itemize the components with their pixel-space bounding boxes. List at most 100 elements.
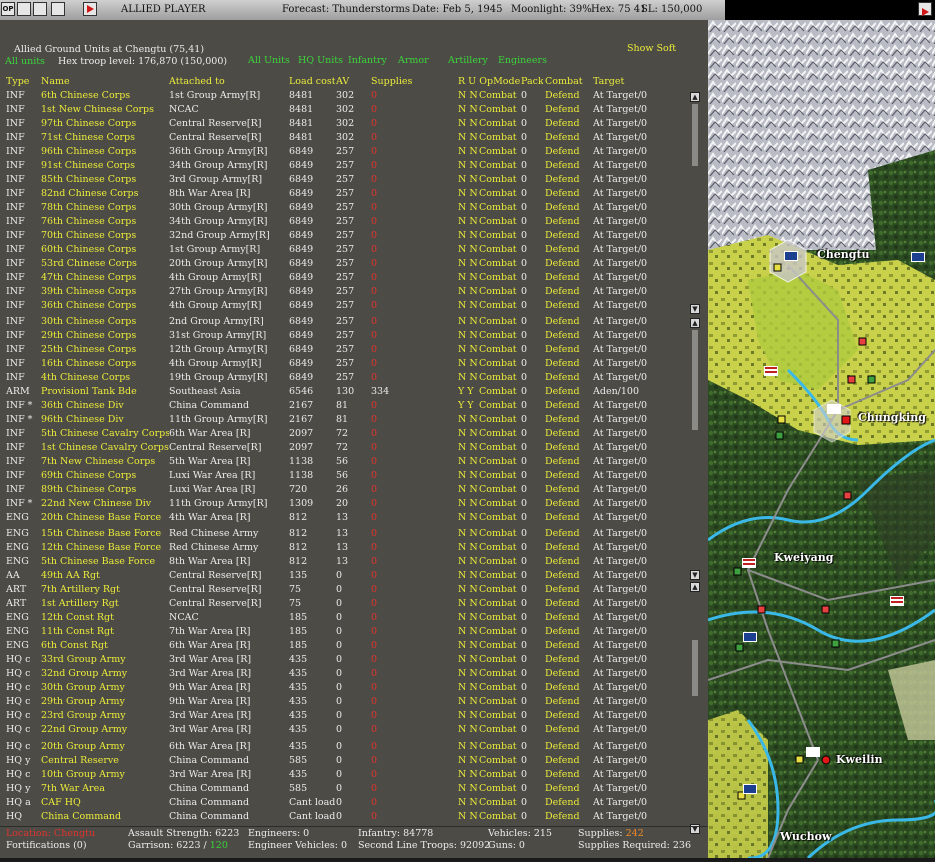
unit-name[interactable]: 29th Chinese Corps (41, 329, 169, 343)
unit-name[interactable]: China Command (41, 810, 169, 824)
scroll-up-icon[interactable]: ▲ (690, 92, 700, 102)
unit-name[interactable]: 30th Group Army (41, 681, 169, 695)
unit-name[interactable]: 53rd Chinese Corps (41, 257, 169, 271)
unit-name[interactable]: 97th Chinese Corps (41, 117, 169, 131)
unit-row[interactable]: INF 47th Chinese Corps 4th Group Army[R] 68… (6, 271, 690, 285)
city-label[interactable]: Kweilin (836, 753, 883, 766)
unit-row[interactable]: ART 7th Artillery Rgt Central Reserve[R] 75… (6, 583, 690, 597)
unit-row[interactable]: HQ c 33rd Group Army 3rd War Area [R] 435 0 0… (6, 653, 690, 667)
unit-name[interactable]: 20th Chinese Base Force (41, 511, 169, 525)
col-combat[interactable]: Combat (545, 76, 591, 87)
unit-row[interactable]: ENG 12th Const Rgt NCAC 185 0 0 N N Combat 0 Defe… (6, 611, 690, 625)
us-flag-icon[interactable] (890, 596, 904, 606)
unit-row[interactable]: ENG 6th Const Rgt 6th War Area [R] 185 0 0 N N… (6, 639, 690, 653)
city-label[interactable]: Kweiyang (774, 551, 833, 564)
scroll-down-icon[interactable]: ▼ (690, 304, 700, 314)
unit-row[interactable]: HQ c 32nd Group Army 3rd War Area [R] 435 0 0… (6, 667, 690, 681)
unit-row[interactable]: INF 29th Chinese Corps 31st Group Army[R] 6… (6, 329, 690, 343)
unit-row[interactable]: HQ y 7th War Area China Command 585 0 0 N N Com… (6, 782, 690, 796)
unit-row[interactable]: INF 53rd Chinese Corps 20th Group Army[R] 6… (6, 257, 690, 271)
unit-row[interactable]: ENG 12th Chinese Base Force Red Chinese Ar… (6, 541, 690, 555)
unit-row[interactable]: ENG 20th Chinese Base Force 4th War Area [… (6, 511, 690, 525)
unit-name[interactable]: 1st Artillery Rgt (41, 597, 169, 611)
end-turn-play-icon[interactable] (83, 2, 97, 16)
unit-row[interactable]: INF 4th Chinese Corps 19th Group Army[R] 68… (6, 371, 690, 385)
unit-name[interactable]: 71st Chinese Corps (41, 131, 169, 145)
unit-row[interactable]: HQ c 10th Group Army 3rd War Area [R] 435 0 0… (6, 768, 690, 782)
col-supplies[interactable]: Supplies (371, 76, 421, 87)
filter-hq-units[interactable]: HQ Units (298, 55, 343, 66)
unit-name[interactable]: 69th Chinese Corps (41, 469, 169, 483)
unit-name[interactable]: Central Reserve (41, 754, 169, 768)
info-screen-icon[interactable] (17, 2, 31, 16)
unit-name[interactable]: 36th Chinese Div (41, 399, 169, 413)
unit-row[interactable]: ENG 5th Chinese Base Force 8th War Area [R… (6, 555, 690, 569)
operations-button[interactable]: OP (1, 2, 15, 16)
unit-row[interactable]: ENG 11th Const Rgt 7th War Area [R] 185 0 0 N … (6, 625, 690, 639)
unit-row[interactable]: HQ China Command China Command Cant load 0 0 N… (6, 810, 690, 824)
col-name[interactable]: Name (41, 76, 169, 87)
unit-name[interactable]: 6th Const Rgt (41, 639, 169, 653)
filter-artillery[interactable]: Artillery (448, 55, 488, 66)
strategic-map[interactable]: Chengtu Chungking Kweiyang Kweilin Wucho… (707, 20, 935, 860)
unit-row[interactable]: INF 25th Chinese Corps 12th Group Army[R] 6… (6, 343, 690, 357)
unit-row[interactable]: INF 6th Chinese Corps 1st Group Army[R] 848… (6, 89, 690, 103)
unit-row[interactable]: INF 70th Chinese Corps 32nd Group Army[R] 6… (6, 229, 690, 243)
unit-name[interactable]: 47th Chinese Corps (41, 271, 169, 285)
unit-name[interactable]: 4th Chinese Corps (41, 371, 169, 385)
col-pack[interactable]: Pack (521, 76, 543, 87)
unit-list-scrollbar[interactable]: ▲ ▼ ▲ ▼ ▲ ▼ (690, 92, 700, 836)
city-label[interactable]: Wuchow (780, 830, 831, 843)
unit-name[interactable]: 85th Chinese Corps (41, 173, 169, 187)
unit-row[interactable]: INF 1st New Chinese Corps NCAC 8481 302 0 N NC… (6, 103, 690, 117)
unit-name[interactable]: 30th Chinese Corps (41, 315, 169, 329)
scroll-down-icon-2[interactable]: ▼ (690, 570, 700, 580)
col-type[interactable]: Type (6, 76, 40, 87)
unit-name[interactable]: 12th Const Rgt (41, 611, 169, 625)
unit-name[interactable]: 1st New Chinese Corps (41, 103, 169, 117)
col-target[interactable]: Target (593, 76, 683, 87)
filter-all-units[interactable]: All Units (248, 55, 290, 66)
unit-row[interactable]: INF 60th Chinese Corps 1st Group Army[R] 68… (6, 243, 690, 257)
unit-row[interactable]: INF 39th Chinese Corps 27th Group Army[R] 6… (6, 285, 690, 299)
unit-name[interactable]: 22nd New Chinese Div (41, 497, 169, 511)
filter-armor[interactable]: Armor (398, 55, 429, 66)
unit-row[interactable]: HQ c 29th Group Army 9th War Area [R] 435 0 0… (6, 695, 690, 709)
japan-flag-icon[interactable] (827, 404, 841, 414)
unit-name[interactable]: 11th Const Rgt (41, 625, 169, 639)
unit-name[interactable]: 12th Chinese Base Force (41, 541, 169, 555)
unit-name[interactable]: 23rd Group Army (41, 709, 169, 723)
unit-row[interactable]: INF 1st Chinese Cavalry Corps Central Rese… (6, 441, 690, 455)
unit-name[interactable]: 10th Group Army (41, 768, 169, 782)
show-soft-toggle[interactable]: Show Soft (627, 43, 676, 54)
city-label[interactable]: Chungking (858, 411, 926, 424)
col-load-cost[interactable]: Load cost (289, 76, 335, 87)
unit-row[interactable]: INF * 36th Chinese Div China Command 2167 81… (6, 399, 690, 413)
unit-row[interactable]: INF 85th Chinese Corps 3rd Group Army[R] 68… (6, 173, 690, 187)
unit-name[interactable]: 36th Chinese Corps (41, 299, 169, 313)
unit-row[interactable]: INF 76th Chinese Corps 34th Group Army[R] 6… (6, 215, 690, 229)
us-flag-icon[interactable] (742, 558, 756, 568)
unit-row[interactable]: INF 91st Chinese Corps 34th Group Army[R] 6… (6, 159, 690, 173)
col-ru-opmode[interactable]: R U OpMode (458, 76, 524, 87)
japan-flag-icon[interactable] (806, 747, 820, 757)
filter-engineers[interactable]: Engineers (498, 55, 547, 66)
reports-icon[interactable] (33, 2, 47, 16)
scroll-up-icon-2[interactable]: ▲ (690, 318, 700, 328)
unit-name[interactable]: 29th Group Army (41, 695, 169, 709)
unit-row[interactable]: INF 7th New Chinese Corps 5th War Area [R]… (6, 455, 690, 469)
city-label[interactable]: Chengtu (817, 248, 870, 261)
unit-row[interactable]: HQ c 20th Group Army 6th War Area [R] 435 0 0… (6, 740, 690, 754)
unit-row[interactable]: INF 78th Chinese Corps 30th Group Army[R] 6… (6, 201, 690, 215)
unit-name[interactable]: 96th Chinese Div (41, 413, 169, 427)
unit-row[interactable]: INF 30th Chinese Corps 2nd Group Army[R] 68… (6, 315, 690, 329)
unit-row[interactable]: INF 16th Chinese Corps 4th Group Army[R] 68… (6, 357, 690, 371)
unit-row[interactable]: INF 5th Chinese Cavalry Corps 6th War Area… (6, 427, 690, 441)
all-units-link[interactable]: All units (5, 56, 45, 67)
unit-name[interactable]: 7th Artillery Rgt (41, 583, 169, 597)
unit-row[interactable]: AA 49th AA Rgt Central Reserve[R] 135 0 0 N NC… (6, 569, 690, 583)
save-disk-icon[interactable] (51, 2, 65, 16)
unit-name[interactable]: 60th Chinese Corps (41, 243, 169, 257)
col-av[interactable]: AV (336, 76, 370, 87)
unit-name[interactable]: 49th AA Rgt (41, 569, 169, 583)
